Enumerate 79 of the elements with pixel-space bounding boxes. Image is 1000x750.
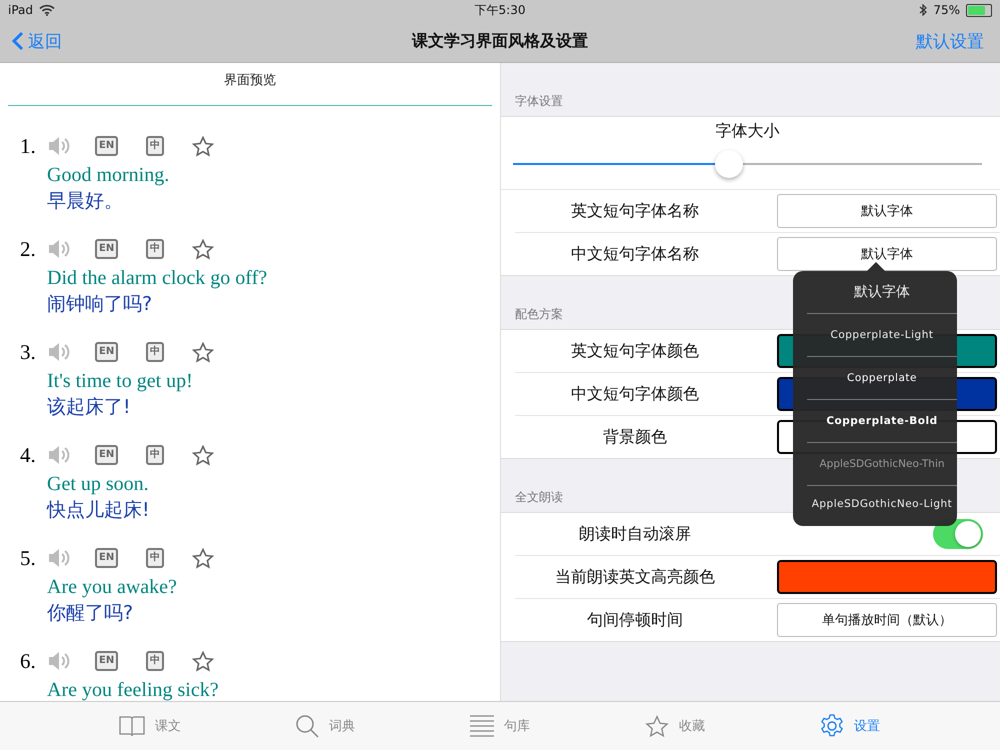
battery-icon [966,4,992,16]
setting-label: 英文短句字体颜色 [570,340,700,362]
english-sentence: Are you awake? [47,575,178,599]
star-icon[interactable] [192,548,214,568]
english-sentence: Are you feeling sick? [47,678,220,701]
book-icon [119,715,145,737]
chinese-key-icon[interactable]: 中 [146,342,164,362]
star-icon[interactable] [192,238,214,260]
sentence-number: 2. [20,236,37,262]
tab-item[interactable]: 收藏 [588,702,762,750]
section-header: 字体设置 [515,94,563,108]
chinese-key-icon[interactable]: 中 [146,239,164,259]
preview-title: 界面预览 [223,72,277,90]
back-chevron-icon[interactable] [12,31,24,51]
font-option[interactable]: 默认字体 [854,283,910,301]
list-icon [470,715,494,737]
page-title: 课文学习界面风格及设置 [412,30,588,52]
english-key-icon[interactable]: EN [95,342,118,362]
color-swatch[interactable] [777,560,997,594]
star-icon [645,714,669,738]
sentence-number: 1. [20,134,37,158]
bluetooth-icon [919,4,928,16]
star-icon[interactable] [192,444,214,466]
font-option[interactable]: AppleSDGothicNeo-Light [812,498,952,510]
section-header: 配色方案 [515,307,563,321]
chinese-key-icon[interactable]: 中 [146,445,164,465]
font-option[interactable]: Copperplate-Bold [826,415,938,427]
star-icon[interactable] [192,342,214,362]
english-key-icon[interactable]: EN [95,239,118,259]
section-header: 全文朗读 [515,490,563,504]
english-key-icon[interactable]: EN [95,651,118,671]
setting-label: 中文短句字体颜色 [570,384,700,404]
font-select-button[interactable]: 默认字体 [777,194,997,228]
chinese-key-icon[interactable]: 中 [146,136,164,156]
tab-item[interactable]: 句库 [412,702,588,750]
star-icon[interactable] [192,650,214,672]
chinese-sentence: 该起床了! [47,395,132,420]
sentence-number: 5. [20,546,37,570]
sentence-number: 6. [20,648,37,674]
device-name: iPad [8,3,34,17]
chinese-sentence: 你醒了吗? [47,601,134,626]
font-size-label: 字体大小 [714,121,780,142]
sentence-number: 4. [20,442,37,468]
setting-label: 当前朗读英文高亮颜色 [554,566,716,588]
english-key-icon[interactable]: EN [95,136,118,156]
english-sentence: Good morning. [47,163,170,187]
search-icon [295,714,319,738]
chinese-sentence: 早晨好。 [47,189,124,214]
font-option[interactable]: Copperplate [847,372,917,384]
font-select-button[interactable]: 默认字体 [777,237,997,271]
setting-label: 句间停顿时间 [586,610,684,630]
setting-label: 朗读时自动滚屏 [578,524,692,544]
star-icon[interactable] [192,136,214,156]
sentence-number: 3. [20,340,37,364]
chinese-sentence: 快点儿起床! [47,498,151,523]
setting-label: 中文短句字体名称 [570,244,700,264]
setting-label: 背景颜色 [602,426,668,448]
toggle-switch[interactable] [933,519,983,549]
english-sentence: It's time to get up! [47,369,194,393]
font-option[interactable]: Copperplate-Light [830,329,934,341]
english-key-icon[interactable]: EN [95,445,118,465]
status-time: 下午5:30 [474,2,526,18]
english-sentence: Get up soon. [47,472,150,496]
font-size-slider[interactable] [513,149,982,179]
battery-percent: 75% [933,3,960,17]
slider-thumb[interactable] [714,150,743,178]
tab-item[interactable]: 词典 [238,702,412,750]
font-option[interactable]: AppleSDGothicNeo-Thin [819,458,945,470]
font-select-button[interactable]: 单句播放时间（默认） [777,603,997,637]
settings-icon [820,714,844,738]
chinese-key-icon[interactable]: 中 [146,548,164,568]
tab-item[interactable]: 设置 [762,702,938,750]
chinese-key-icon[interactable]: 中 [146,651,164,671]
english-sentence: Did the alarm clock go off? [47,266,268,290]
setting-label: 英文短句字体名称 [570,200,700,222]
chinese-sentence: 闹钟响了吗? [47,292,154,317]
wifi-icon [39,4,56,16]
tab-item[interactable]: 课文 [62,702,238,750]
english-key-icon[interactable]: EN [95,548,118,568]
